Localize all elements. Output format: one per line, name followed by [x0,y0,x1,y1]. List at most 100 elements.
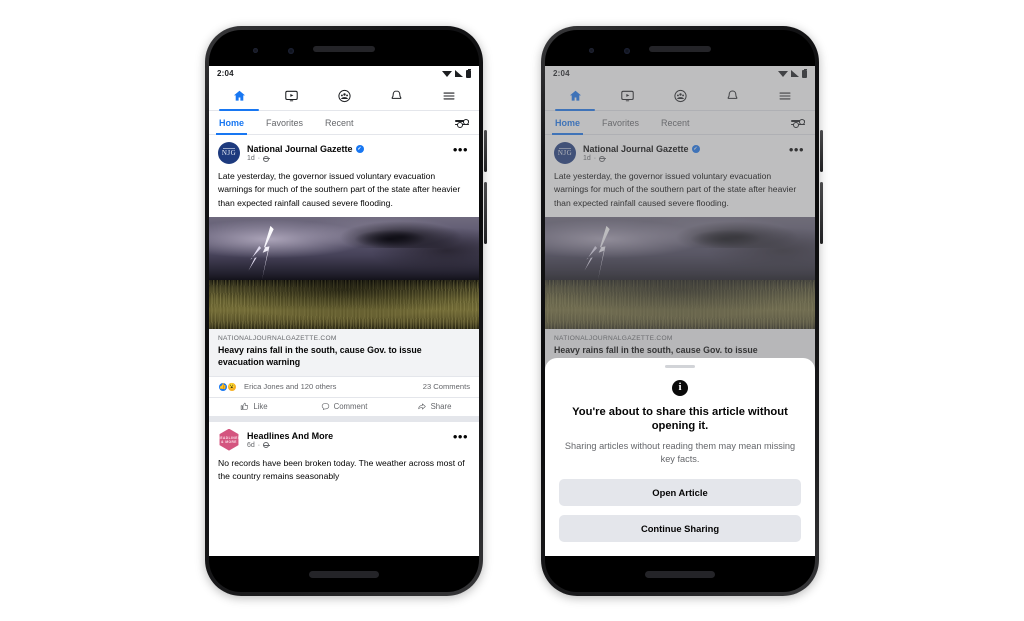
power-button-right[interactable] [820,130,823,172]
more-options-icon[interactable]: ••• [787,143,806,156]
sliders-filter-icon[interactable] [455,119,469,128]
post-time: 1d [583,155,591,162]
phone-right-body: 2:04 Home Favorites Recent NJG National … [545,30,815,592]
volume-button-left[interactable] [484,182,487,244]
post-time: 1d [247,155,255,162]
bell-icon [391,89,402,99]
share-warning-dialog: i You're about to share this article wit… [545,357,815,556]
verified-badge-icon: ✓ [691,145,700,153]
post-author-name[interactable]: National Journal Gazette ✓ [247,144,451,154]
dialog-title: You're about to share this article witho… [572,405,788,433]
front-sensor-icon [288,48,294,54]
hamburger-menu-icon [779,92,791,99]
like-button[interactable]: Like [209,402,299,411]
post-national-journal-gazette: NJG National Journal Gazette ✓ 1d · ••• … [545,135,815,377]
nav-home[interactable] [213,81,265,111]
avatar[interactable]: HEADLINES & MORE [219,428,239,451]
top-navigation-bar [209,81,479,111]
screen-right: 2:04 Home Favorites Recent NJG National … [545,66,815,556]
link-preview-card[interactable]: NATIONALJOURNALGAZETTE.COM Heavy rains f… [209,328,479,377]
bottom-speaker [645,571,715,578]
author-label: National Journal Gazette [247,144,353,154]
field-grass [209,279,479,329]
continue-sharing-button[interactable]: Continue Sharing [559,515,801,542]
post2-author-block: Headlines And More 6d · [247,431,451,449]
feed-tabs: Home Favorites Recent [209,111,479,135]
globe-icon [263,442,271,449]
status-clock: 2:04 [553,69,570,78]
tab-favorites[interactable]: Favorites [266,111,303,134]
post-author-name[interactable]: National Journal Gazette ✓ [583,144,787,154]
post2-text: No records have been broken today. The w… [218,457,465,481]
meta-separator: · [257,155,261,162]
post-text: Late yesterday, the governor issued volu… [218,171,461,208]
video-screen-icon [285,90,298,101]
sliders-filter-icon[interactable] [791,119,805,128]
wifi-icon [778,70,788,77]
post-header: NJG National Journal Gazette ✓ 1d · ••• [209,135,479,166]
nav-groups[interactable] [318,81,370,110]
tab-home[interactable]: Home [551,111,584,135]
link-domain: NATIONALJOURNALGAZETTE.COM [218,334,337,342]
reactions-group[interactable]: 👍 😮 Erica Jones and 120 others [218,381,336,392]
open-article-button[interactable]: Open Article [559,479,801,506]
video-screen-icon [621,90,634,101]
home-icon [233,90,245,101]
meta-separator: · [257,441,261,449]
power-button-left[interactable] [484,130,487,172]
status-icons [778,68,807,78]
earpiece-speaker [313,46,375,52]
comments-count[interactable]: 23 Comments [423,382,470,391]
nav-home[interactable] [549,81,601,111]
earpiece-speaker [649,46,711,52]
dialog-subtitle: Sharing articles without reading them ma… [564,441,796,465]
verified-badge-icon: ✓ [355,145,364,153]
tab-favorites[interactable]: Favorites [602,111,639,134]
nav-menu[interactable] [759,81,811,110]
post2-header: HEADLINES & MORE Headlines And More 6d · [209,422,479,453]
share-button[interactable]: Share [389,402,479,411]
front-camera-icon [589,48,594,53]
meta-separator: · [593,155,597,162]
tab-recent[interactable]: Recent [325,111,354,134]
bottom-speaker [309,571,379,578]
cellular-signal-icon [455,70,463,77]
cellular-signal-icon [791,70,799,77]
nav-groups[interactable] [654,81,706,110]
dark-cloud-2 [690,230,761,249]
battery-icon [802,68,807,78]
post-author-block: National Journal Gazette ✓ 1d · [583,144,787,162]
nav-watch[interactable] [601,81,653,110]
globe-icon [263,155,271,162]
tab-home[interactable]: Home [215,111,248,135]
nav-notifications[interactable] [370,81,422,110]
author-label: National Journal Gazette [583,144,689,154]
more-options-icon[interactable]: ••• [451,143,470,156]
post-action-bar: Like Comment Share [209,396,479,416]
post-image-storm[interactable] [209,216,479,329]
globe-icon [599,155,607,162]
phone-right: 2:04 Home Favorites Recent NJG National … [541,26,823,596]
tab-recent[interactable]: Recent [661,111,690,134]
share-label: Share [430,401,452,411]
like-label: Like [253,401,268,411]
home-icon [569,90,581,101]
nav-menu[interactable] [423,81,475,110]
post-meta: 1d · [583,155,787,162]
post2-author-name[interactable]: Headlines And More [247,431,451,441]
front-camera-icon [253,48,258,53]
volume-button-right[interactable] [820,182,823,244]
status-bar: 2:04 [209,66,479,81]
more-options-icon[interactable]: ••• [451,430,470,443]
drag-handle[interactable] [665,364,695,368]
feed-tabs: Home Favorites Recent [545,111,815,135]
comment-button[interactable]: Comment [299,402,389,411]
nav-watch[interactable] [265,81,317,110]
engagement-bar: 👍 😮 Erica Jones and 120 others 23 Commen… [209,377,479,397]
status-icons [442,68,471,78]
avatar[interactable]: NJG [218,142,240,164]
status-clock: 2:04 [217,69,234,78]
post-image-storm[interactable] [545,216,815,329]
avatar[interactable]: NJG [554,142,576,164]
nav-notifications[interactable] [706,81,758,110]
